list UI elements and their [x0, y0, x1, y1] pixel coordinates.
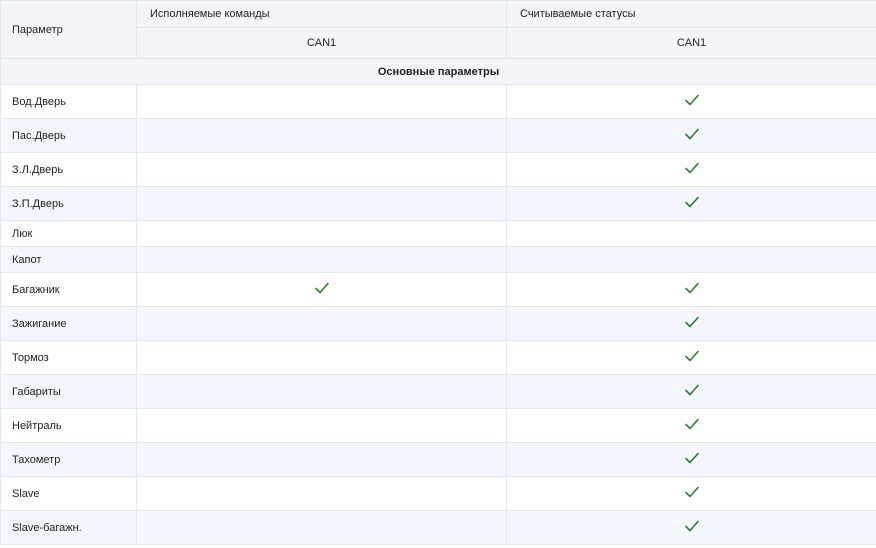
row-label: Габариты	[0, 374, 137, 409]
row-label: Пас.Дверь	[0, 118, 137, 153]
column-header-statuses: Считываемые статусы	[506, 0, 876, 29]
command-cell	[136, 306, 507, 341]
table-row: Вод.Дверь	[0, 84, 876, 119]
table-row: Тахометр	[0, 442, 876, 477]
check-icon	[684, 281, 700, 295]
row-label: Люк	[0, 220, 137, 247]
table-row: Зажигание	[0, 306, 876, 341]
check-icon	[684, 349, 700, 363]
table-row: Капот	[0, 246, 876, 273]
row-label: Slave-багажн.	[0, 510, 137, 545]
command-cell	[136, 340, 507, 375]
command-cell	[136, 152, 507, 187]
status-cell	[506, 220, 876, 247]
table-row: Багажник	[0, 272, 876, 307]
check-icon	[684, 93, 700, 107]
command-cell	[136, 220, 507, 247]
status-cell	[506, 186, 876, 221]
command-cell	[136, 272, 507, 307]
table-row: Тормоз	[0, 340, 876, 375]
column-header-parameter: Параметр	[0, 0, 137, 59]
command-cell	[136, 84, 507, 119]
table-row: З.Л.Дверь	[0, 152, 876, 187]
status-cell	[506, 152, 876, 187]
table-row: Slave-багажн.	[0, 510, 876, 545]
status-cell	[506, 374, 876, 409]
check-icon	[684, 315, 700, 329]
check-icon	[684, 195, 700, 209]
row-label: Зажигание	[0, 306, 137, 341]
status-cell	[506, 476, 876, 511]
check-icon	[684, 519, 700, 533]
status-cell	[506, 340, 876, 375]
command-cell	[136, 442, 507, 477]
status-cell	[506, 442, 876, 477]
row-label: З.П.Дверь	[0, 186, 137, 221]
table-row: Пас.Дверь	[0, 118, 876, 153]
table-row: Slave	[0, 476, 876, 511]
check-icon	[684, 451, 700, 465]
command-cell	[136, 186, 507, 221]
table-row: Нейтраль	[0, 408, 876, 443]
command-cell	[136, 408, 507, 443]
row-label: Нейтраль	[0, 408, 137, 443]
row-label: Вод.Дверь	[0, 84, 137, 119]
column-subheader-commands-can1: CAN1	[136, 27, 507, 59]
row-label: З.Л.Дверь	[0, 152, 137, 187]
section-header: Основные параметры	[0, 58, 876, 85]
status-cell	[506, 408, 876, 443]
command-cell	[136, 118, 507, 153]
parameters-table: Параметр Исполняемые команды Считываемые…	[0, 0, 876, 545]
command-cell	[136, 510, 507, 545]
status-cell	[506, 306, 876, 341]
status-cell	[506, 272, 876, 307]
table-row: З.П.Дверь	[0, 186, 876, 221]
row-label: Багажник	[0, 272, 137, 307]
command-cell	[136, 374, 507, 409]
row-label: Тормоз	[0, 340, 137, 375]
column-subheader-statuses-can1: CAN1	[506, 27, 876, 59]
check-icon	[684, 161, 700, 175]
row-label: Тахометр	[0, 442, 137, 477]
command-cell	[136, 246, 507, 273]
status-cell	[506, 84, 876, 119]
table-row: Габариты	[0, 374, 876, 409]
status-cell	[506, 118, 876, 153]
status-cell	[506, 510, 876, 545]
row-label: Slave	[0, 476, 137, 511]
check-icon	[684, 383, 700, 397]
table-row: Люк	[0, 220, 876, 247]
column-header-commands: Исполняемые команды	[136, 0, 507, 29]
command-cell	[136, 476, 507, 511]
status-cell	[506, 246, 876, 273]
check-icon	[684, 127, 700, 141]
check-icon	[684, 485, 700, 499]
check-icon	[314, 281, 330, 295]
check-icon	[684, 417, 700, 431]
row-label: Капот	[0, 246, 137, 273]
